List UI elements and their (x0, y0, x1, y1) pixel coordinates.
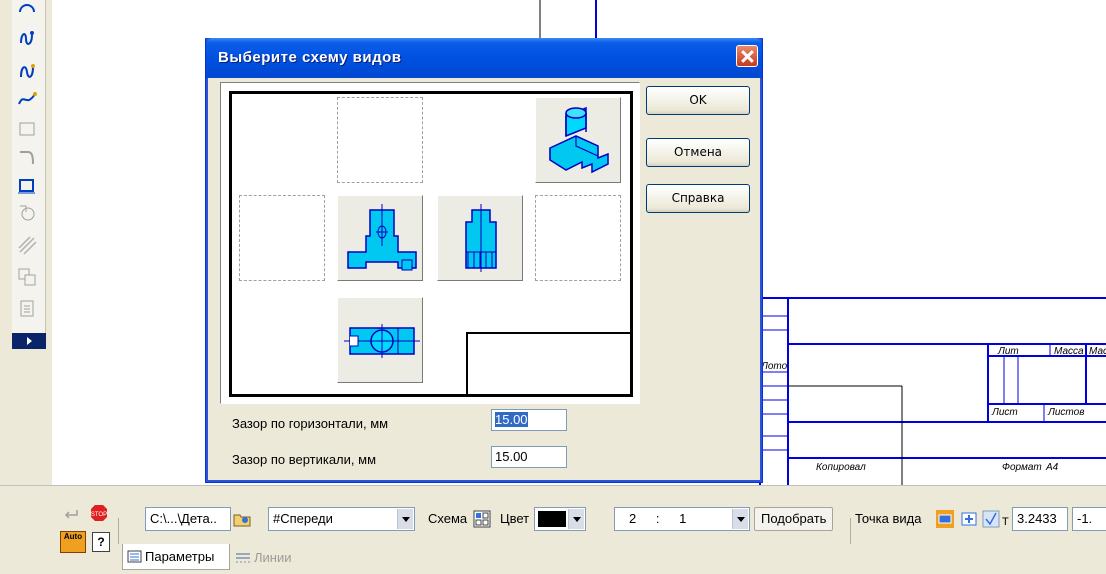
file-path-field[interactable]: C:\...\Дета.. (145, 507, 231, 531)
title-format: Формат (1002, 462, 1042, 473)
open-folder-icon[interactable] (233, 510, 251, 528)
scheme-icon[interactable] (473, 510, 491, 528)
view-slot-left[interactable] (239, 195, 325, 281)
isometric-view-icon (549, 106, 609, 174)
t-label: Т (1002, 516, 1009, 528)
tab-lines-label: Линии (254, 550, 292, 565)
vertical-gap-field[interactable]: 15.00 (491, 446, 567, 468)
view-scheme-panel (220, 82, 640, 404)
scheme-label: Схема (428, 511, 468, 526)
lines-icon (236, 553, 250, 563)
horizontal-gap-label: Зазор по горизонтали, мм (232, 416, 389, 431)
scale-numerator: 2 (629, 511, 637, 526)
color-label: Цвет (500, 511, 530, 526)
circle-tool-icon[interactable] (16, 2, 38, 24)
dialog-title: Выберите схему видов (218, 49, 402, 66)
view-slot-right[interactable] (535, 195, 621, 281)
title-mass: Масса (1054, 346, 1084, 357)
document-tool-icon[interactable] (16, 298, 38, 320)
separator (118, 518, 119, 544)
fit-button[interactable]: Подобрать (754, 507, 834, 531)
title-block (759, 297, 1106, 485)
side-view-icon (465, 204, 497, 272)
vertical-gap-value: 15.00 (495, 449, 528, 464)
spline-tool-icon[interactable] (16, 60, 38, 82)
box-tool-icon[interactable] (16, 174, 38, 196)
title-format-value: А4 (1045, 462, 1059, 473)
svg-text:STOP: STOP (91, 512, 107, 518)
scale-denominator: 1 (679, 511, 687, 526)
rectangle-tool-icon[interactable] (16, 118, 38, 140)
cancel-button[interactable]: Отмена (646, 138, 750, 167)
separator (850, 518, 851, 544)
scale-separator: : (655, 511, 660, 526)
hatch-tool-icon[interactable] (16, 202, 38, 224)
view-scheme-dialog: Выберите схему видов OK Отмена Справка З… (205, 38, 763, 483)
title-block-corner (466, 332, 633, 397)
ok-button[interactable]: OK (646, 86, 750, 115)
auto-label: Auto (63, 532, 83, 541)
view-top[interactable] (337, 297, 423, 383)
viewpoint-icon[interactable] (936, 510, 954, 528)
arc-tool-icon[interactable] (16, 27, 38, 49)
help-button[interactable]: Справка (646, 184, 750, 213)
enter-icon[interactable] (62, 505, 80, 523)
view-front[interactable] (337, 195, 423, 281)
title-left-label: Лото (760, 361, 788, 372)
title-lit: Лит (997, 346, 1019, 357)
auto-create-button[interactable]: Auto (60, 531, 86, 553)
copy-tool-icon[interactable] (16, 266, 38, 288)
chevron-down-icon[interactable] (732, 509, 748, 529)
horizontal-gap-field[interactable]: 15.00 (491, 409, 567, 431)
color-select[interactable] (534, 507, 586, 531)
parameters-icon (127, 550, 142, 563)
tab-lines[interactable]: Линии (232, 546, 312, 570)
fillet-tool-icon[interactable] (16, 146, 38, 168)
checkmark-icon[interactable] (982, 510, 1000, 528)
y-coordinate-field[interactable]: -1. (1072, 507, 1106, 531)
horizontal-gap-value: 15.00 (495, 412, 528, 427)
color-swatch (538, 511, 566, 527)
viewpoint-move-icon[interactable] (960, 510, 978, 528)
view-isometric[interactable] (535, 97, 621, 183)
tab-parameters-label: Параметры (145, 549, 215, 564)
chevron-down-icon[interactable] (568, 509, 584, 529)
view-slot-top[interactable] (337, 97, 423, 183)
title-scale: Мас (1089, 346, 1106, 357)
title-sheets: Листов (1047, 407, 1084, 418)
stop-icon[interactable]: STOP (90, 504, 108, 522)
title-sheet: Лист (991, 407, 1018, 418)
toolbar-expand-arrow[interactable] (12, 333, 46, 349)
scale-select[interactable]: 2 : 1 (614, 507, 750, 531)
left-toolbar (0, 0, 52, 485)
chevron-down-icon[interactable] (397, 509, 413, 529)
orientation-select[interactable]: #Спереди (268, 507, 415, 531)
close-button[interactable] (736, 45, 758, 67)
view-side[interactable] (437, 195, 523, 281)
orientation-value: #Спереди (273, 511, 333, 526)
dialog-titlebar[interactable]: Выберите схему видов (206, 38, 762, 78)
curve-tool-icon[interactable] (16, 88, 38, 110)
top-view-icon (344, 324, 420, 358)
title-copied: Копировал (816, 462, 866, 473)
help-question-icon[interactable]: ? (92, 532, 110, 552)
tab-parameters[interactable]: Параметры (122, 544, 230, 570)
x-coordinate-field[interactable]: 3.2433 (1012, 507, 1068, 531)
viewpoint-label: Точка вида (855, 511, 922, 526)
vertical-gap-label: Зазор по вертикали, мм (232, 452, 377, 467)
hatch-lines-icon[interactable] (16, 234, 38, 256)
front-view-icon (347, 204, 417, 271)
